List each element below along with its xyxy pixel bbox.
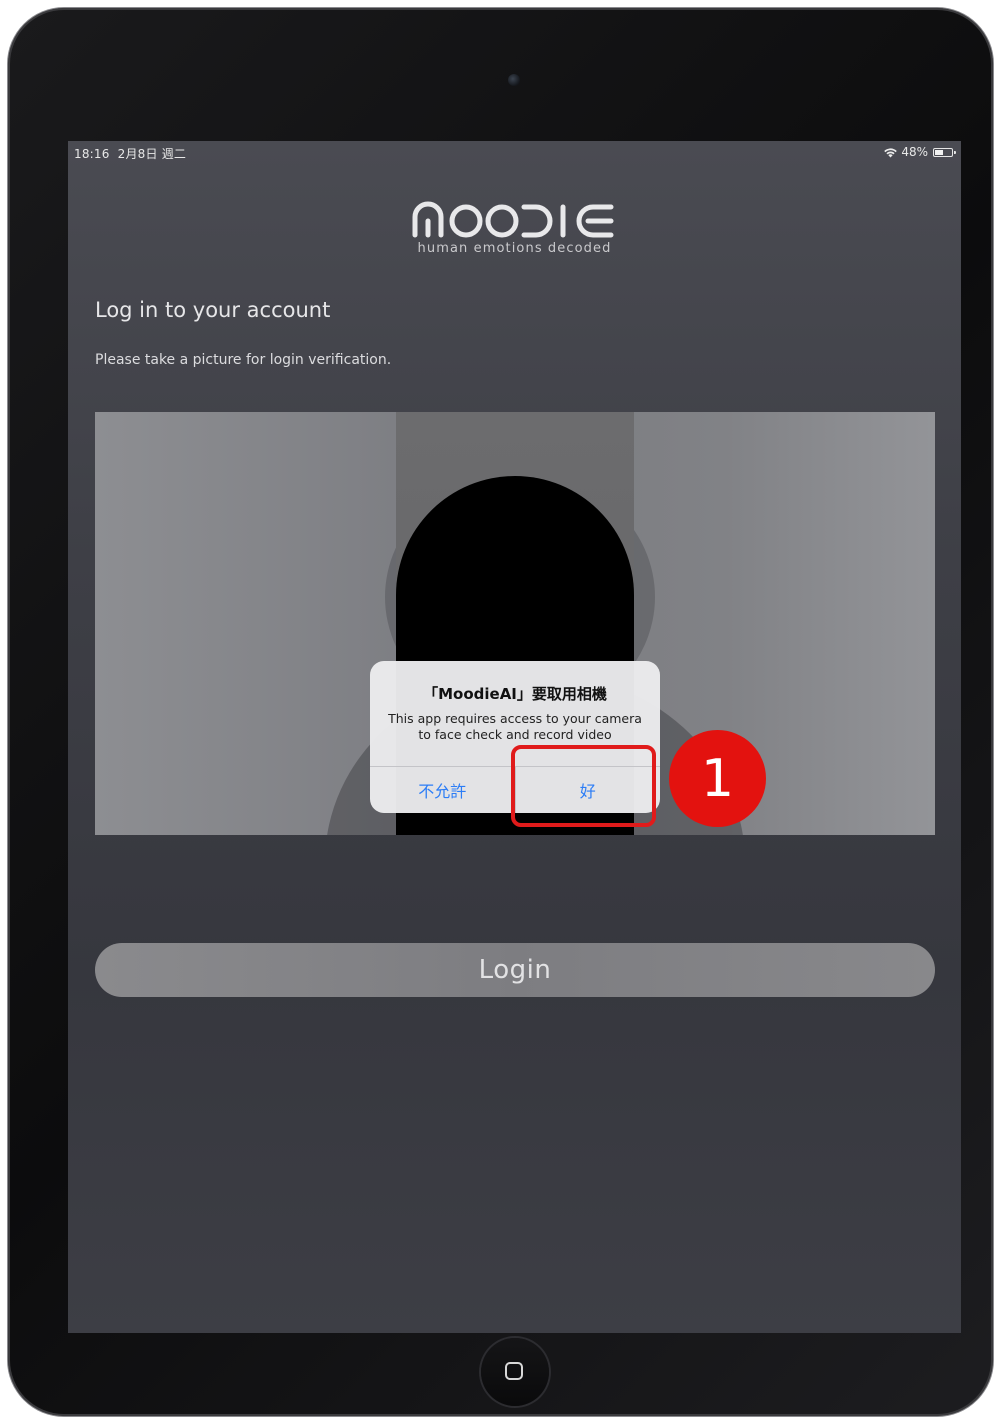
logo-tagline: human emotions decoded <box>417 241 612 256</box>
step-number-badge: 1 <box>669 730 766 827</box>
device-screen: 18:16 2月8日 週二 48% human emotions decoded… <box>68 141 961 1333</box>
battery-level <box>935 149 943 155</box>
login-instruction: Please take a picture for login verifica… <box>95 352 392 368</box>
status-right: 48% <box>883 145 956 159</box>
status-date: 2月8日 週二 <box>117 147 187 161</box>
status-bar: 18:16 2月8日 週二 48% <box>68 141 961 163</box>
home-button[interactable] <box>481 1338 549 1406</box>
page-title: Log in to your account <box>95 298 331 322</box>
battery-icon <box>933 147 956 157</box>
ipad-frame: 18:16 2月8日 週二 48% human emotions decoded… <box>8 8 993 1416</box>
alert-message: This app requires access to your camera … <box>388 711 642 742</box>
allow-button-highlight <box>511 745 656 827</box>
login-button[interactable]: Login <box>95 943 935 997</box>
battery-tip <box>954 150 956 154</box>
front-camera <box>508 74 520 86</box>
moodie-logo: human emotions decoded <box>68 199 961 256</box>
deny-button[interactable]: 不允許 <box>370 767 515 813</box>
wifi-icon <box>883 147 898 158</box>
alert-title: 「MoodieAI」要取用相機 <box>423 685 607 703</box>
status-time-date: 18:16 2月8日 週二 <box>74 145 186 162</box>
home-square-icon <box>505 1362 523 1380</box>
status-time: 18:16 <box>74 147 110 161</box>
battery-percent: 48% <box>901 145 928 159</box>
logo-wordmark-graphic <box>412 201 613 238</box>
logo-wordmark <box>68 199 961 239</box>
